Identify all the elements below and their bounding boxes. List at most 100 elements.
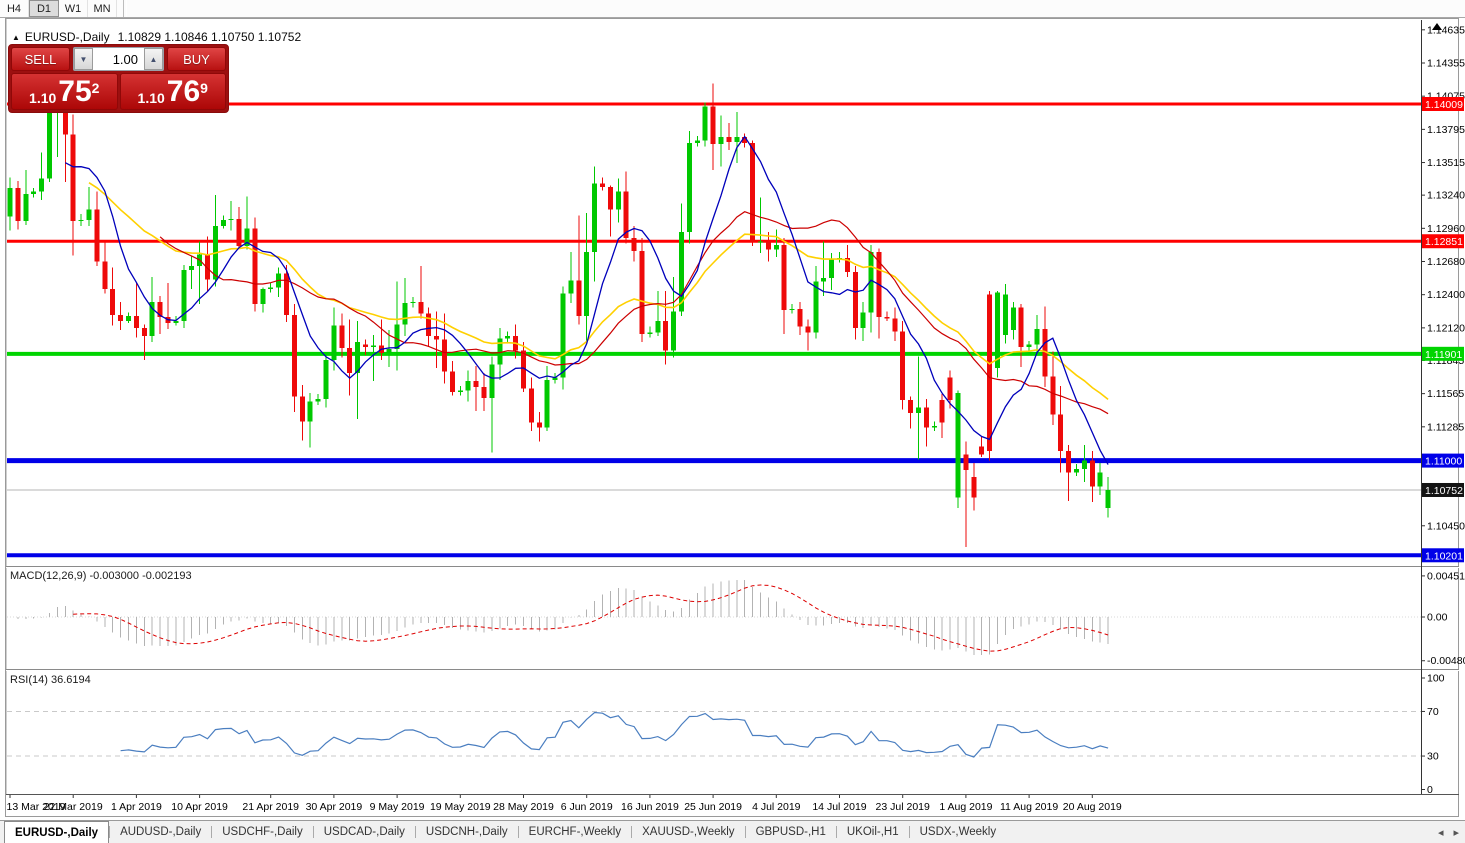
svg-text:1.13795: 1.13795	[1427, 124, 1465, 136]
chart-tab-bar: ◂ ▸ EURUSD-,DailyAUDUSD-,DailyUSDCHF-,Da…	[0, 820, 1465, 843]
svg-text:100: 100	[1427, 673, 1445, 685]
svg-text:4 Jul 2019: 4 Jul 2019	[752, 801, 801, 813]
buy-button[interactable]: BUY	[167, 47, 226, 71]
arrow-right-icon[interactable]: ▸	[1453, 826, 1459, 839]
buy-price-big: 76	[167, 76, 200, 108]
svg-text:0.00: 0.00	[1427, 612, 1448, 624]
volume-input[interactable]: 1.00	[93, 48, 144, 70]
svg-text:1.12400: 1.12400	[1427, 289, 1465, 301]
svg-text:19 May 2019: 19 May 2019	[430, 801, 491, 813]
svg-text:14 Jul 2019: 14 Jul 2019	[812, 801, 866, 813]
svg-text:22 Mar 2019: 22 Mar 2019	[44, 801, 103, 813]
tab-eurusd-daily[interactable]: EURUSD-,Daily	[4, 821, 109, 843]
trading-app-window: H4D1W1MN 1.146351.143551.140751.137951.1…	[0, 0, 1465, 843]
tab-audusd-daily[interactable]: AUDUSD-,Daily	[110, 821, 211, 843]
buy-price-sup: 9	[200, 80, 208, 96]
tab-ukoil-h1[interactable]: UKOil-,H1	[837, 821, 909, 843]
chart-ohlc-values: 1.10829 1.10846 1.10750 1.10752	[118, 30, 302, 44]
buy-price-box[interactable]: 1.10 76 9	[120, 73, 227, 110]
svg-text:1.11000: 1.11000	[1425, 456, 1462, 468]
svg-text:1.12960: 1.12960	[1427, 223, 1465, 235]
macd-label: MACD(12,26,9) -0.003000 -0.002193	[10, 570, 192, 582]
svg-text:1.10752: 1.10752	[1425, 485, 1463, 497]
price-level-label[interactable]: 1.12851	[1422, 234, 1464, 248]
svg-text:1.12120: 1.12120	[1427, 322, 1465, 334]
main-chart-layer[interactable]	[7, 72, 1421, 555]
horizontal-level-lines[interactable]	[7, 104, 1421, 555]
sell-price-box[interactable]: 1.10 75 2	[11, 73, 118, 110]
svg-text:1.11565: 1.11565	[1427, 388, 1464, 400]
svg-text:10 Apr 2019: 10 Apr 2019	[171, 801, 228, 813]
timeframe-button-d1[interactable]: D1	[29, 0, 59, 17]
svg-text:1.14355: 1.14355	[1427, 57, 1465, 69]
tab-eurchf-weekly[interactable]: EURCHF-,Weekly	[519, 821, 631, 843]
tab-usdchf-daily[interactable]: USDCHF-,Daily	[212, 821, 313, 843]
price-level-label[interactable]: 1.11901	[1422, 347, 1464, 361]
svg-text:1.13515: 1.13515	[1427, 157, 1465, 169]
svg-text:1.11285: 1.11285	[1427, 421, 1464, 433]
price-level-label[interactable]: 1.10201	[1422, 548, 1464, 562]
tab-usdcad-daily[interactable]: USDCAD-,Daily	[314, 821, 415, 843]
price-level-label[interactable]: 1.10752	[1422, 483, 1464, 497]
tab-gbpusd-h1[interactable]: GBPUSD-,H1	[746, 821, 836, 843]
tab-xauusd-weekly[interactable]: XAUUSD-,Weekly	[632, 821, 744, 843]
svg-text:1.10201: 1.10201	[1425, 550, 1463, 562]
volume-decrease-button[interactable]: ▼	[74, 48, 93, 70]
timeframe-button-w1[interactable]: W1	[59, 0, 88, 17]
chevron-up-icon: ▲	[150, 55, 158, 64]
svg-text:23 Jul 2019: 23 Jul 2019	[876, 801, 930, 813]
sell-price-sup: 2	[92, 80, 100, 96]
window-frame	[6, 19, 1459, 817]
buy-price-prefix: 1.10	[138, 88, 165, 108]
price-level-label[interactable]: 1.11000	[1422, 454, 1464, 468]
sell-price-big: 75	[58, 76, 91, 108]
volume-increase-button[interactable]: ▲	[144, 48, 163, 70]
svg-text:0.004517: 0.004517	[1427, 570, 1465, 582]
rsi-label: RSI(14) 36.6194	[10, 674, 91, 686]
timeframe-button-h4[interactable]: H4	[0, 0, 29, 17]
svg-text:20 Aug 2019: 20 Aug 2019	[1063, 801, 1122, 813]
candles-layer	[8, 72, 1111, 547]
svg-text:21 Apr 2019: 21 Apr 2019	[242, 801, 299, 813]
arrow-left-icon[interactable]: ◂	[1438, 826, 1444, 839]
svg-text:30 Apr 2019: 30 Apr 2019	[306, 801, 363, 813]
svg-text:1 Aug 2019: 1 Aug 2019	[939, 801, 992, 813]
sell-button[interactable]: SELL	[11, 47, 70, 71]
svg-text:9 May 2019: 9 May 2019	[370, 801, 425, 813]
volume-stepper: ▼ 1.00 ▲	[73, 47, 164, 71]
svg-text:1.13240: 1.13240	[1427, 190, 1465, 202]
svg-text:1.10450: 1.10450	[1427, 520, 1465, 532]
svg-text:11 Aug 2019: 11 Aug 2019	[1000, 801, 1058, 813]
svg-text:30: 30	[1427, 751, 1439, 763]
svg-text:28 May 2019: 28 May 2019	[493, 801, 554, 813]
time-axis[interactable]: 13 Mar 201922 Mar 20191 Apr 201910 Apr 2…	[7, 795, 1122, 813]
svg-text:1.12680: 1.12680	[1427, 256, 1465, 268]
chart-header: ▲ EURUSD-,Daily 1.10829 1.10846 1.10750 1.…	[12, 30, 301, 44]
svg-text:0: 0	[1427, 784, 1433, 796]
svg-text:1 Apr 2019: 1 Apr 2019	[111, 801, 162, 813]
svg-text:1.12851: 1.12851	[1425, 236, 1463, 248]
collapse-triangle-icon[interactable]: ▲	[12, 33, 20, 42]
chevron-down-icon: ▼	[80, 55, 88, 64]
tab-usdcnh-daily[interactable]: USDCNH-,Daily	[416, 821, 518, 843]
svg-text:1.14635: 1.14635	[1427, 24, 1465, 36]
svg-text:1.11901: 1.11901	[1425, 349, 1462, 361]
svg-text:16 Jun 2019: 16 Jun 2019	[621, 801, 679, 813]
chart-symbol-label: EURUSD-,Daily	[25, 30, 110, 44]
timeframe-button-mn[interactable]: MN	[88, 0, 117, 17]
macd-panel[interactable]	[7, 580, 1421, 655]
toolbar-separator	[123, 0, 127, 17]
tab-usdx-weekly[interactable]: USDX-,Weekly	[910, 821, 1006, 843]
svg-text:1.14009: 1.14009	[1425, 99, 1463, 111]
chart-canvas[interactable]: 1.146351.143551.140751.137951.135151.132…	[0, 18, 1465, 820]
rsi-panel[interactable]	[7, 711, 1421, 757]
one-click-trading-panel: SELL ▼ 1.00 ▲ BUY 1.10 75 2 1.10 76 9	[8, 44, 229, 113]
price-level-label[interactable]: 1.14009	[1422, 97, 1464, 111]
tab-scroll-nav: ◂ ▸	[1438, 821, 1459, 843]
svg-text:25 Jun 2019: 25 Jun 2019	[684, 801, 742, 813]
sell-price-prefix: 1.10	[29, 88, 56, 108]
svg-text:-0.004806: -0.004806	[1427, 655, 1465, 667]
timeframe-toolbar: H4D1W1MN	[0, 0, 1465, 18]
svg-text:6 Jun 2019: 6 Jun 2019	[561, 801, 613, 813]
svg-text:70: 70	[1427, 706, 1439, 718]
